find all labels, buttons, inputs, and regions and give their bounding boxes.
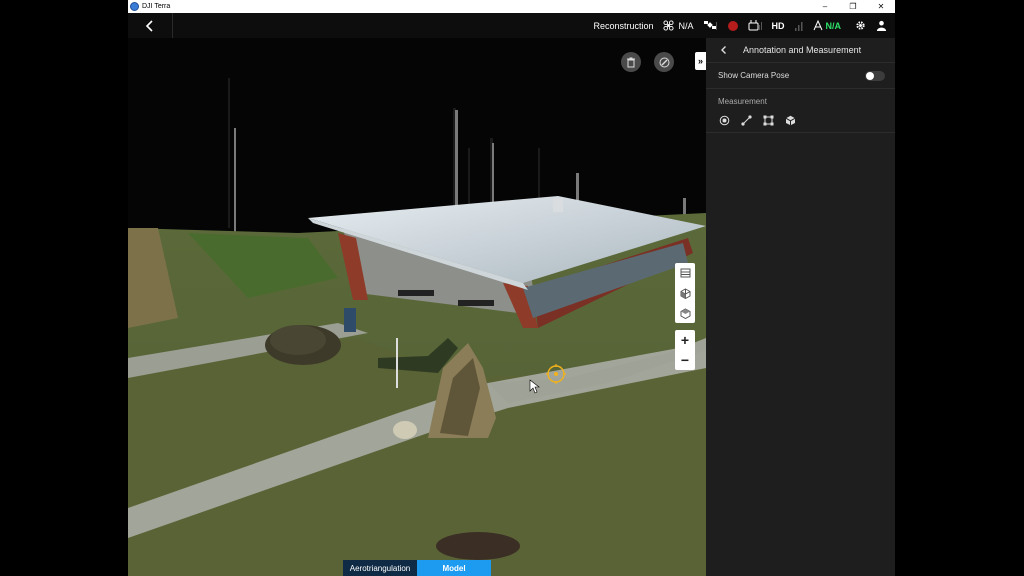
window-titlebar: DJI Terra – ❐ ✕: [128, 0, 895, 13]
chevron-left-icon: [145, 20, 153, 32]
layers-icon: [680, 268, 690, 278]
hd-signal: [794, 21, 803, 31]
settings-button[interactable]: [855, 20, 866, 31]
video-quality: HD: [771, 20, 785, 31]
dji-terra-app: DJI Terra – ❐ ✕ Reconstruction N/A HD N/…: [128, 0, 895, 576]
view-mode-toolbar: [675, 263, 695, 323]
cube-solid-icon: [680, 307, 690, 319]
collapse-panel-button[interactable]: »: [695, 52, 706, 70]
zoom-in-button[interactable]: +: [675, 330, 695, 350]
close-button[interactable]: ✕: [867, 0, 895, 13]
result-tabs: Aerotriangulation Model: [343, 560, 491, 576]
point-measure-icon: [719, 115, 729, 125]
measurement-label: Measurement: [718, 97, 767, 106]
window-title: DJI Terra: [142, 3, 171, 10]
signal-bars-icon: [794, 21, 802, 31]
zoom-toolbar: + −: [675, 330, 695, 370]
show-camera-pose-toggle[interactable]: [865, 71, 885, 81]
measurement-tools: [718, 114, 883, 126]
topbar-divider: [172, 13, 173, 38]
status-bar: Reconstruction N/A HD N/A: [583, 13, 887, 38]
side-view-button[interactable]: [675, 283, 695, 303]
app-logo-icon: [130, 2, 139, 11]
perspective-view-button[interactable]: [675, 303, 695, 323]
area-measure-icon: [763, 115, 773, 125]
alert-dot-icon: [727, 20, 738, 31]
mode-label: Reconstruction: [593, 20, 654, 31]
satellite-icon: [703, 21, 717, 30]
tab-model[interactable]: Model: [417, 560, 491, 576]
back-button[interactable]: [142, 18, 158, 34]
link-status-text: N/A: [825, 20, 842, 31]
line-measure-icon: [740, 114, 752, 126]
panel-back-button[interactable]: [716, 42, 732, 58]
model-viewport[interactable]: » + − Aerotriangulation Model: [128, 38, 706, 576]
toggle-knob: [866, 72, 874, 80]
show-camera-pose-row: Show Camera Pose: [706, 63, 895, 89]
zoom-out-button[interactable]: −: [675, 350, 695, 370]
rtk-status: N/A: [663, 20, 694, 31]
app-topbar: Reconstruction N/A HD N/A: [128, 13, 895, 38]
account-button[interactable]: [876, 20, 887, 31]
point-measure-button[interactable]: [718, 114, 730, 126]
restore-button[interactable]: ❐: [839, 0, 867, 13]
show-camera-pose-label: Show Camera Pose: [718, 71, 790, 80]
chevron-left-icon: [721, 46, 726, 54]
remote-controller-icon: [748, 20, 762, 31]
volume-measure-icon: [785, 115, 795, 125]
user-icon: [876, 20, 887, 31]
eraser-button[interactable]: [654, 52, 674, 72]
remote-controller-status: [748, 20, 762, 31]
trash-icon: [627, 57, 635, 67]
panel-title: Annotation and Measurement: [743, 45, 862, 55]
window-controls: – ❐ ✕: [811, 0, 895, 13]
rtk-status-text: N/A: [678, 20, 694, 31]
eraser-icon: [659, 57, 669, 67]
panel-header: Annotation and Measurement: [706, 38, 895, 63]
area-measure-button[interactable]: [762, 114, 774, 126]
gear-icon: [856, 21, 865, 30]
annotation-panel: Annotation and Measurement Show Camera P…: [706, 38, 895, 576]
tab-aerotriangulation[interactable]: Aerotriangulation: [343, 560, 417, 576]
volume-measure-button[interactable]: [784, 114, 796, 126]
measurement-section: Measurement: [706, 89, 895, 133]
top-view-button[interactable]: [675, 263, 695, 283]
link-status: N/A: [813, 20, 842, 31]
line-measure-button[interactable]: [740, 114, 752, 126]
satellite-status: [703, 20, 718, 31]
drone-icon: [663, 20, 675, 31]
delete-button[interactable]: [621, 52, 641, 72]
minimize-button[interactable]: –: [811, 0, 839, 13]
antenna-icon: [813, 20, 822, 31]
alert-indicator: [727, 20, 738, 31]
reconstruction-scene[interactable]: [128, 38, 706, 576]
cube-icon: [680, 287, 690, 299]
